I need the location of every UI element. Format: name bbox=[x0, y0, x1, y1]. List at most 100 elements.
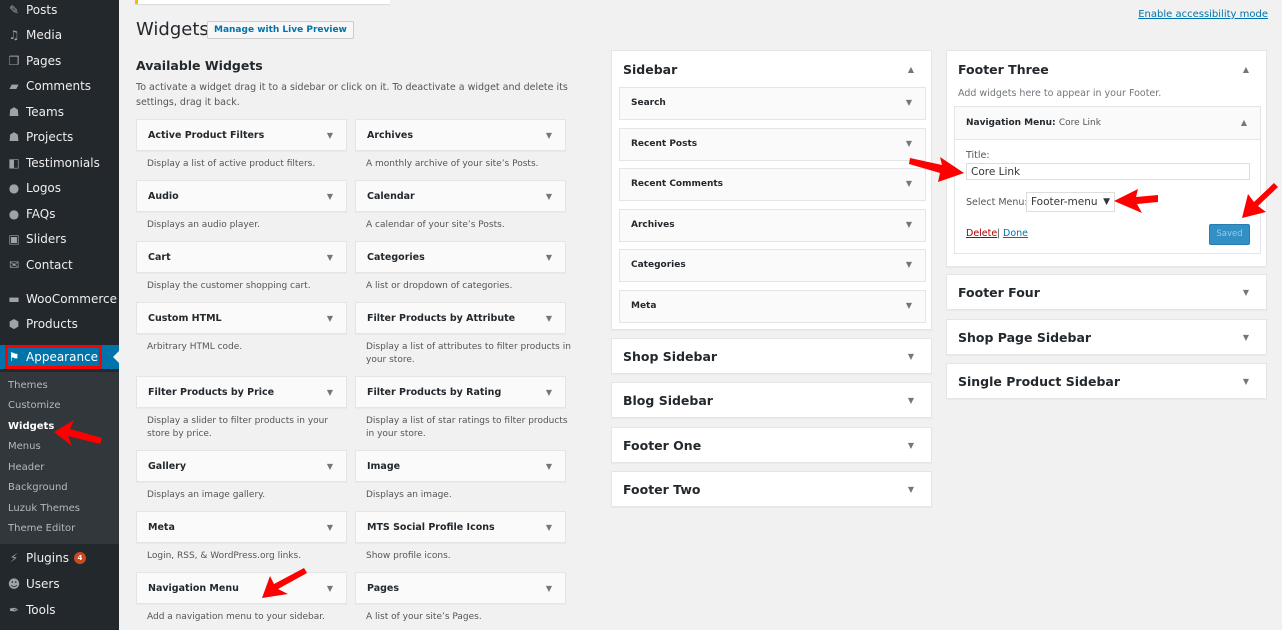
menu-item-plugins[interactable]: ⚡ Plugins 4 bbox=[0, 546, 119, 570]
menu-item-comments[interactable]: ▰ Comments bbox=[0, 74, 119, 98]
menu-item-logos[interactable]: ● Logos bbox=[0, 176, 119, 200]
submenu-customize[interactable]: Customize bbox=[8, 400, 61, 411]
menu-item-posts[interactable]: ✎ Posts bbox=[0, 0, 119, 22]
saved-button[interactable]: Saved bbox=[1209, 224, 1250, 245]
menu-item-tools[interactable]: ✒ Tools bbox=[0, 598, 119, 622]
sidebar-widget[interactable]: Recent Comments ▼ bbox=[619, 168, 926, 201]
expand-arrow-icon[interactable]: ▼ bbox=[546, 523, 552, 532]
available-widget[interactable]: Cart ▼ bbox=[136, 241, 347, 273]
manage-live-preview-button[interactable]: Manage with Live Preview bbox=[207, 21, 354, 39]
expand-arrow-icon[interactable]: ▼ bbox=[327, 388, 333, 397]
sidebar-area-title[interactable]: Sidebar bbox=[623, 62, 677, 77]
sidebar-widget[interactable]: Categories ▼ bbox=[619, 249, 926, 282]
expand-arrow-icon[interactable]: ▼ bbox=[327, 523, 333, 532]
expand-arrow-icon[interactable]: ▼ bbox=[906, 179, 912, 188]
expand-arrow-icon[interactable]: ▼ bbox=[906, 139, 912, 148]
sidebar-area-title[interactable]: Shop Sidebar bbox=[623, 349, 717, 364]
sidebar-area-collapsed[interactable]: Footer Two ▼ bbox=[611, 471, 932, 507]
expand-arrow-icon[interactable]: ▼ bbox=[906, 301, 912, 310]
sidebar-area-title[interactable]: Footer Two bbox=[623, 482, 700, 497]
sidebar-area-title[interactable]: Blog Sidebar bbox=[623, 393, 713, 408]
sidebar-area-collapsed[interactable]: Single Product Sidebar ▼ bbox=[946, 363, 1267, 399]
available-widget[interactable]: Custom HTML ▼ bbox=[136, 302, 347, 334]
menu-item-products[interactable]: ⬢ Products bbox=[0, 312, 119, 336]
sidebar-area-collapsed[interactable]: Blog Sidebar ▼ bbox=[611, 382, 932, 418]
expand-arrow-icon[interactable]: ▼ bbox=[906, 260, 912, 269]
sidebar-widget[interactable]: Search ▼ bbox=[619, 87, 926, 120]
sidebar-widget[interactable]: Meta ▼ bbox=[619, 290, 926, 323]
collapse-arrow-icon[interactable]: ▲ bbox=[1243, 65, 1249, 74]
menu-item-projects[interactable]: ☗ Projects bbox=[0, 125, 119, 149]
expand-arrow-icon[interactable]: ▼ bbox=[908, 441, 914, 450]
sidebar-area-title[interactable]: Single Product Sidebar bbox=[958, 374, 1120, 389]
sidebar-area-title[interactable]: Shop Page Sidebar bbox=[958, 330, 1091, 345]
available-widget[interactable]: Archives ▼ bbox=[355, 119, 566, 151]
sidebar-area-collapsed[interactable]: Shop Page Sidebar ▼ bbox=[946, 319, 1267, 355]
title-input[interactable] bbox=[966, 163, 1250, 180]
submenu-themes[interactable]: Themes bbox=[8, 380, 48, 391]
available-widget[interactable]: Filter Products by Attribute ▼ bbox=[355, 302, 566, 334]
expand-arrow-icon[interactable]: ▼ bbox=[546, 192, 552, 201]
submenu-header[interactable]: Header bbox=[8, 462, 44, 473]
menu-item-users[interactable]: ☻ Users bbox=[0, 572, 119, 596]
menu-item-contact[interactable]: ✉ Contact bbox=[0, 253, 119, 277]
available-widget[interactable]: Calendar ▼ bbox=[355, 180, 566, 212]
delete-widget-link[interactable]: Delete bbox=[966, 228, 997, 239]
expand-arrow-icon[interactable]: ▼ bbox=[1243, 288, 1249, 297]
submenu-menus[interactable]: Menus bbox=[8, 441, 41, 452]
select-menu-dropdown[interactable]: Footer-menu ▼ bbox=[1026, 192, 1115, 212]
menu-item-sliders[interactable]: ▣ Sliders bbox=[0, 227, 119, 251]
submenu-background[interactable]: Background bbox=[8, 482, 68, 493]
expand-arrow-icon[interactable]: ▼ bbox=[327, 314, 333, 323]
available-widget[interactable]: Meta ▼ bbox=[136, 511, 347, 543]
expand-arrow-icon[interactable]: ▼ bbox=[546, 388, 552, 397]
available-widget[interactable]: MTS Social Profile Icons ▼ bbox=[355, 511, 566, 543]
expand-arrow-icon[interactable]: ▼ bbox=[1243, 377, 1249, 386]
enable-accessibility-mode-link[interactable]: Enable accessibility mode bbox=[1138, 9, 1268, 20]
sidebar-widget[interactable]: Archives ▼ bbox=[619, 209, 926, 242]
sidebar-area-title[interactable]: Footer Three bbox=[958, 62, 1049, 77]
expand-arrow-icon[interactable]: ▼ bbox=[908, 396, 914, 405]
expand-arrow-icon[interactable]: ▼ bbox=[906, 220, 912, 229]
menu-item-teams[interactable]: ☗ Teams bbox=[0, 100, 119, 124]
expand-arrow-icon[interactable]: ▼ bbox=[546, 584, 552, 593]
available-widget[interactable]: Pages ▼ bbox=[355, 572, 566, 604]
expand-arrow-icon[interactable]: ▼ bbox=[908, 352, 914, 361]
sidebar-area-collapsed[interactable]: Footer One ▼ bbox=[611, 427, 932, 463]
expand-arrow-icon[interactable]: ▼ bbox=[546, 253, 552, 262]
available-widget[interactable]: Active Product Filters ▼ bbox=[136, 119, 347, 151]
expand-arrow-icon[interactable]: ▼ bbox=[1243, 333, 1249, 342]
menu-item-appearance[interactable]: ⚑ Appearance bbox=[0, 345, 119, 369]
available-widget[interactable]: Filter Products by Rating ▼ bbox=[355, 376, 566, 408]
available-widget[interactable]: Gallery ▼ bbox=[136, 450, 347, 482]
menu-item-pages[interactable]: ❐ Pages bbox=[0, 49, 119, 73]
menu-item-woocommerce[interactable]: ▬ WooCommerce bbox=[0, 287, 119, 311]
done-link[interactable]: Done bbox=[1003, 228, 1028, 239]
expand-arrow-icon[interactable]: ▼ bbox=[327, 462, 333, 471]
sidebar-widget[interactable]: Recent Posts ▼ bbox=[619, 128, 926, 161]
expand-arrow-icon[interactable]: ▼ bbox=[546, 131, 552, 140]
collapse-arrow-icon[interactable]: ▲ bbox=[908, 65, 914, 74]
expand-arrow-icon[interactable]: ▼ bbox=[327, 131, 333, 140]
available-widget[interactable]: Image ▼ bbox=[355, 450, 566, 482]
sidebar-area-title[interactable]: Footer One bbox=[623, 438, 701, 453]
available-widget[interactable]: Filter Products by Price ▼ bbox=[136, 376, 347, 408]
expand-arrow-icon[interactable]: ▼ bbox=[546, 462, 552, 471]
submenu-luzuk-themes[interactable]: Luzuk Themes bbox=[8, 503, 80, 514]
navigation-menu-widget-header[interactable]: Navigation Menu: Core Link ▲ bbox=[955, 107, 1260, 140]
expand-arrow-icon[interactable]: ▼ bbox=[906, 98, 912, 107]
submenu-theme-editor[interactable]: Theme Editor bbox=[8, 523, 75, 534]
expand-arrow-icon[interactable]: ▼ bbox=[908, 485, 914, 494]
expand-arrow-icon[interactable]: ▼ bbox=[327, 253, 333, 262]
menu-item-faqs[interactable]: ● FAQs bbox=[0, 202, 119, 226]
submenu-widgets[interactable]: Widgets bbox=[8, 421, 54, 432]
sidebar-area-collapsed[interactable]: Footer Four ▼ bbox=[946, 274, 1267, 310]
expand-arrow-icon[interactable]: ▼ bbox=[327, 192, 333, 201]
sidebar-area-collapsed[interactable]: Shop Sidebar ▼ bbox=[611, 338, 932, 374]
available-widget[interactable]: Categories ▼ bbox=[355, 241, 566, 273]
expand-arrow-icon[interactable]: ▼ bbox=[546, 314, 552, 323]
sidebar-area-title[interactable]: Footer Four bbox=[958, 285, 1040, 300]
collapse-arrow-icon[interactable]: ▲ bbox=[1241, 118, 1247, 127]
menu-item-media[interactable]: ♫ Media bbox=[0, 23, 119, 47]
menu-item-testimonials[interactable]: ◧ Testimonials bbox=[0, 151, 119, 175]
